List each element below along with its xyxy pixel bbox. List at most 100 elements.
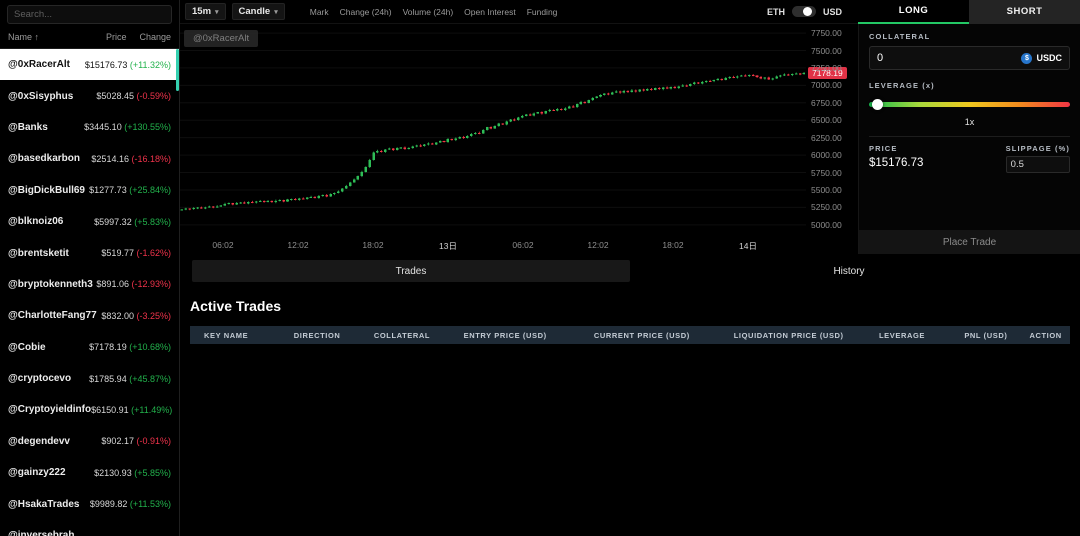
collateral-input[interactable] xyxy=(877,52,1021,64)
accounts-sidebar: Name ↑ Price Change @0xRacerAlt$15176.73… xyxy=(0,0,180,536)
account-price: $9989.82 xyxy=(90,499,128,509)
account-change: (-16.18%) xyxy=(131,154,171,164)
account-row[interactable]: @Cryptoyieldinfo$6150.91 (+11.49%) xyxy=(0,394,179,425)
account-name: @BigDickBull69 xyxy=(8,185,85,196)
account-row[interactable]: @brentsketit$519.77 (-1.62%) xyxy=(0,237,179,268)
change-column-label[interactable]: Change xyxy=(139,32,171,42)
account-row[interactable]: @BigDickBull69$1277.73 (+25.84%) xyxy=(0,175,179,206)
panel-divider xyxy=(869,136,1070,137)
market-stat-label: Mark xyxy=(310,7,329,17)
time-tick-label: 13日 xyxy=(439,240,457,252)
account-price: $832.00 xyxy=(101,311,134,321)
account-name: @0xSisyphus xyxy=(8,91,73,102)
account-row[interactable]: @bryptokenneth3$891.06 (-12.93%) xyxy=(0,269,179,300)
account-change: (+11.53%) xyxy=(130,499,171,509)
market-stat-label: Funding xyxy=(527,7,558,17)
account-name: @degendevv xyxy=(8,436,70,447)
account-price-change: $519.77 (-1.62%) xyxy=(101,248,171,258)
chart-wrap: @0xRacerAlt 7178.19 7750.007500.007250.0… xyxy=(180,24,858,254)
currency-switch-group: ETH USD xyxy=(767,6,842,17)
price-tick-label: 7500.00 xyxy=(811,46,842,56)
account-row[interactable]: @basedkarbon $2514.16 (-16.18%) xyxy=(0,143,179,174)
collateral-currency-selector[interactable]: $ USDC xyxy=(1021,53,1062,64)
account-price-change: $6150.91 (+11.49%) xyxy=(91,405,172,415)
time-tick-label: 12:02 xyxy=(287,240,308,250)
account-change: (+5.83%) xyxy=(134,217,171,227)
account-row[interactable]: @0xRacerAlt$15176.73 (+11.32%) xyxy=(0,49,179,80)
active-trades-header: KEY NAMEDIRECTIONCOLLATERALENTRY PRICE (… xyxy=(190,326,1070,344)
account-change: (-0.59%) xyxy=(136,91,171,101)
account-price: $2514.16 xyxy=(91,154,129,164)
price-tick-label: 6500.00 xyxy=(811,115,842,125)
tab-long[interactable]: LONG xyxy=(858,0,969,24)
place-trade-button[interactable]: Place Trade xyxy=(859,230,1080,254)
account-price: $5997.32 xyxy=(94,217,132,227)
account-name: @basedkarbon xyxy=(8,153,80,164)
usdc-label: USDC xyxy=(1036,53,1062,63)
leverage-value: 1x xyxy=(869,117,1070,127)
currency-toggle[interactable] xyxy=(792,6,816,17)
account-change: (-12.93%) xyxy=(131,279,171,289)
candlestick-chart[interactable]: @0xRacerAlt xyxy=(180,24,806,236)
chevron-down-icon: ▾ xyxy=(215,8,219,16)
account-name: @CharlotteFang77 xyxy=(8,310,97,321)
trade-panel: COLLATERAL $ USDC LEVERAGE (x) 1x xyxy=(858,24,1080,254)
price-label: PRICE xyxy=(869,144,923,153)
price-tick-label: 5500.00 xyxy=(811,185,842,195)
account-name: @cryptocevo xyxy=(8,373,71,384)
price-block: PRICE $15176.73 xyxy=(869,144,923,173)
account-row[interactable]: @0xSisyphus $5028.45 (-0.59%) xyxy=(0,80,179,111)
table-column-header: CURRENT PRICE (USD) xyxy=(580,331,720,340)
sort-asc-icon: ↑ xyxy=(35,32,40,42)
account-row[interactable]: @CharlotteFang77$832.00 (-3.25%) xyxy=(0,300,179,331)
market-stat-label: Open Interest xyxy=(464,7,516,17)
price-tick-label: 6750.00 xyxy=(811,98,842,108)
sort-name-header[interactable]: Name ↑ xyxy=(8,32,39,42)
leverage-slider[interactable] xyxy=(869,98,1070,110)
account-change: (-1.62%) xyxy=(136,248,171,258)
account-change: (+11.49%) xyxy=(131,405,172,415)
account-row[interactable]: @cryptocevo $1785.94 (+45.87%) xyxy=(0,363,179,394)
chart-watermark: @0xRacerAlt xyxy=(184,30,258,47)
interval-dropdown[interactable]: 15m ▾ xyxy=(185,3,226,20)
table-column-header: DIRECTION xyxy=(280,331,360,340)
search-wrap xyxy=(0,0,179,28)
account-price: $3445.10 xyxy=(84,122,122,132)
time-axis[interactable]: 06:0212:0218:0213日06:0212:0218:0214日 xyxy=(180,236,806,254)
account-row[interactable]: @Banks$3445.10 (+130.55%) xyxy=(0,112,179,143)
usdc-icon: $ xyxy=(1021,53,1032,64)
account-row[interactable]: @blknoiz06$5997.32 (+5.83%) xyxy=(0,206,179,237)
active-trades-section: Active Trades KEY NAMEDIRECTIONCOLLATERA… xyxy=(180,288,1080,536)
table-column-header: ENTRY PRICE (USD) xyxy=(450,331,580,340)
tab-history[interactable]: History xyxy=(630,260,1068,282)
account-price-change: $9989.82 (+11.53%) xyxy=(90,499,171,509)
account-price: $891.06 xyxy=(96,279,129,289)
account-price-change: $891.06 (-12.93%) xyxy=(96,279,171,289)
account-name: @Banks xyxy=(8,122,48,133)
tab-short[interactable]: SHORT xyxy=(969,0,1080,24)
sidebar-scrollbar-thumb[interactable] xyxy=(176,49,179,91)
account-change: (+45.87%) xyxy=(129,374,171,384)
price-axis[interactable]: 7178.19 7750.007500.007250.007000.006750… xyxy=(806,24,858,236)
tab-trades[interactable]: Trades xyxy=(192,260,630,282)
account-price: $15176.73 xyxy=(85,60,128,70)
chart-type-value: Candle xyxy=(239,6,271,17)
account-row[interactable]: @Cobie$7178.19 (+10.68%) xyxy=(0,332,179,363)
toolbar-left: 15m ▾ Candle ▾ MarkChange (24h)Volume (2… xyxy=(180,3,767,20)
price-tick-label: 7750.00 xyxy=(811,28,842,38)
account-price: $5028.45 xyxy=(96,91,134,101)
slippage-input[interactable] xyxy=(1006,156,1070,173)
account-row[interactable]: @degendevv$902.17 (-0.91%) xyxy=(0,426,179,457)
price-column-label[interactable]: Price xyxy=(106,32,127,42)
account-row[interactable]: @gainzy222$2130.93 (+5.85%) xyxy=(0,457,179,488)
account-row[interactable]: @HsakaTrades$9989.82 (+11.53%) xyxy=(0,488,179,519)
leverage-slider-knob[interactable] xyxy=(872,99,883,110)
account-row[interactable]: @inversebrah xyxy=(0,520,179,536)
table-column-header: KEY NAME xyxy=(190,331,280,340)
chevron-down-icon: ▾ xyxy=(274,8,278,16)
chart-type-dropdown[interactable]: Candle ▾ xyxy=(232,3,285,20)
account-change: (+5.85%) xyxy=(134,468,171,478)
account-price-change: $1785.94 (+45.87%) xyxy=(89,374,171,384)
eth-label: ETH xyxy=(767,7,785,17)
search-input[interactable] xyxy=(7,5,172,24)
